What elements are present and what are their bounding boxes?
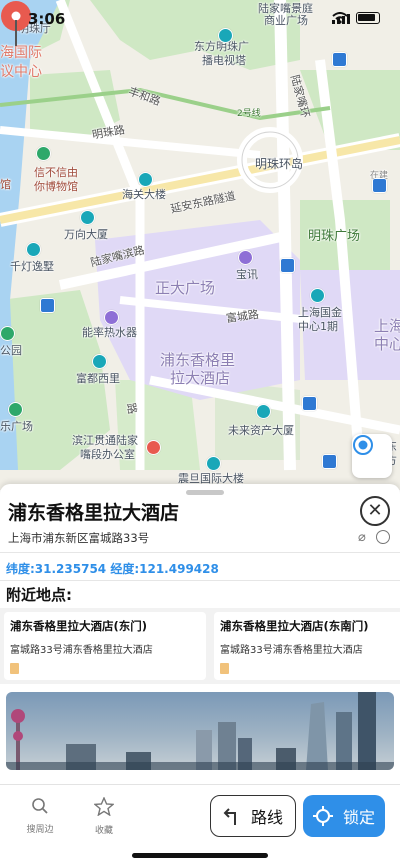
bus-stop-icon[interactable]: [280, 258, 295, 273]
current-location-icon: [353, 435, 373, 455]
app-screen: 明珠厅 陆家嘴景庭 商业广场 海国际 议中心 东方明珠广 播电视塔 2号线 丰和…: [0, 0, 400, 865]
star-icon: [93, 796, 115, 817]
map-label: 宝讯: [236, 268, 258, 281]
map-label: 浦东香格里: [160, 351, 236, 369]
skyline-image: [6, 692, 394, 770]
building-poi-icon[interactable]: [206, 456, 221, 471]
nearby-places-list[interactable]: 浦东香格里拉大酒店(东门) 富城路33号浦东香格里拉大酒店 浦东香格里拉大酒店(…: [0, 608, 400, 684]
map-label: 公园: [0, 344, 22, 357]
nearby-place-address: 富城路33号浦东香格里拉大酒店: [10, 645, 153, 656]
sheet-grabber-handle[interactable]: [186, 490, 224, 495]
map-label: 路: [124, 401, 139, 416]
museum-poi-icon[interactable]: [36, 146, 51, 161]
map-label: 能率热水器: [82, 326, 137, 339]
map-label: 明珠广场: [308, 229, 361, 244]
bus-stop-icon[interactable]: [322, 454, 337, 469]
wifi-icon: [332, 12, 348, 24]
shop-poi-icon[interactable]: [104, 310, 119, 325]
crosshair-icon: [312, 806, 333, 826]
tag-icon: [10, 663, 19, 674]
map-label: 明珠环岛: [255, 157, 304, 171]
map-label: 滨江贯通陆家: [72, 434, 138, 447]
map-label: 馆: [0, 178, 11, 191]
map-label: 万向大厦: [64, 228, 108, 241]
map-label: 海关大楼: [122, 188, 166, 201]
close-button[interactable]: ✕: [360, 496, 390, 526]
nearby-place-name: 浦东香格里拉大酒店(东门): [10, 619, 148, 633]
coordinates-text: 纬度:31.235754 经度:121.499428: [6, 562, 219, 576]
bus-stop-icon[interactable]: [40, 298, 55, 313]
nearby-section-title: 附近地点:: [6, 586, 72, 604]
bus-stop-icon[interactable]: [302, 396, 317, 411]
route-button-label: 路线: [250, 808, 283, 827]
map-label: 嘴段办公室: [80, 448, 135, 461]
nearby-place-card[interactable]: 浦东香格里拉大酒店(东门) 富城路33号浦东香格里拉大酒店: [4, 612, 206, 680]
battery-icon: [356, 12, 380, 24]
status-time: 3:06: [28, 10, 66, 28]
map-label: 拉大酒店: [170, 369, 231, 387]
status-bar: 3:06: [0, 0, 400, 36]
map-label: 信不信由: [34, 166, 78, 179]
bus-stop-icon[interactable]: [332, 52, 347, 67]
map-base-layer: [0, 0, 400, 471]
locate-me-button[interactable]: [352, 434, 392, 478]
building-poi-icon[interactable]: [80, 210, 95, 225]
bus-stop-icon[interactable]: [372, 178, 387, 193]
place-detail-sheet: 浦东香格里拉大酒店 上海市浦东新区富城路33号 ✕ ⌀ 纬度:31.235754…: [0, 484, 400, 784]
map-label: 海国际: [0, 45, 42, 61]
map-label: 中心1期: [298, 320, 338, 333]
office-poi-icon[interactable]: [146, 440, 161, 455]
nearby-place-card[interactable]: 浦东香格里拉大酒店(东南门) 富城路33号浦东香格里拉大酒店: [214, 612, 400, 680]
bottom-toolbar: 搜周边 收藏 路线 锁定: [0, 784, 400, 865]
map-label: 乐广场: [0, 420, 33, 433]
place-photo[interactable]: [6, 692, 394, 770]
lock-button[interactable]: 锁定: [303, 795, 385, 837]
shop-poi-icon[interactable]: [238, 250, 253, 265]
route-button[interactable]: 路线: [210, 795, 296, 837]
lock-button-label: 锁定: [342, 808, 375, 827]
building-poi-icon[interactable]: [256, 404, 271, 419]
map-view[interactable]: 明珠厅 陆家嘴景庭 商业广场 海国际 议中心 东方明珠广 播电视塔 2号线 丰和…: [0, 0, 400, 490]
attachment-icon[interactable]: ⌀: [358, 530, 366, 545]
map-label: 你博物馆: [34, 180, 78, 193]
map-label: 上海国金: [298, 306, 342, 319]
map-label: 播电视塔: [202, 54, 246, 67]
place-address: 上海市浦东新区富城路33号: [8, 531, 150, 545]
building-poi-icon[interactable]: [310, 288, 325, 303]
home-indicator: [132, 853, 268, 858]
map-label: 千灯逸墅: [10, 260, 54, 273]
tab-label: 搜周边: [26, 825, 54, 835]
map-label: 议中心: [0, 64, 42, 80]
building-poi-icon[interactable]: [138, 172, 153, 187]
map-label: 富都西里: [76, 372, 120, 385]
tab-favorites[interactable]: 收藏: [84, 796, 124, 836]
tab-label: 收藏: [94, 826, 113, 836]
search-icon: [32, 798, 48, 814]
building-poi-icon[interactable]: [26, 242, 41, 257]
map-label: 正大广场: [155, 279, 216, 297]
nearby-place-address: 富城路33号浦东香格里拉大酒店: [220, 645, 363, 656]
route-arrow-icon: [223, 808, 236, 825]
place-name: 浦东香格里拉大酒店: [8, 502, 180, 524]
divider: [0, 580, 400, 581]
map-label: 2号线: [237, 109, 261, 119]
map-label: 上海: [374, 317, 400, 335]
share-icon[interactable]: [376, 530, 390, 544]
divider: [0, 552, 400, 553]
map-label: 中心: [374, 335, 400, 353]
tab-search-nearby[interactable]: 搜周边: [20, 797, 60, 835]
building-poi-icon[interactable]: [92, 354, 107, 369]
nearby-place-name: 浦东香格里拉大酒店(东南门): [220, 619, 369, 633]
map-label: 未来资产大厦: [228, 424, 294, 437]
park-poi-icon[interactable]: [0, 326, 15, 341]
park-poi-icon[interactable]: [8, 402, 23, 417]
tag-icon: [220, 663, 229, 674]
